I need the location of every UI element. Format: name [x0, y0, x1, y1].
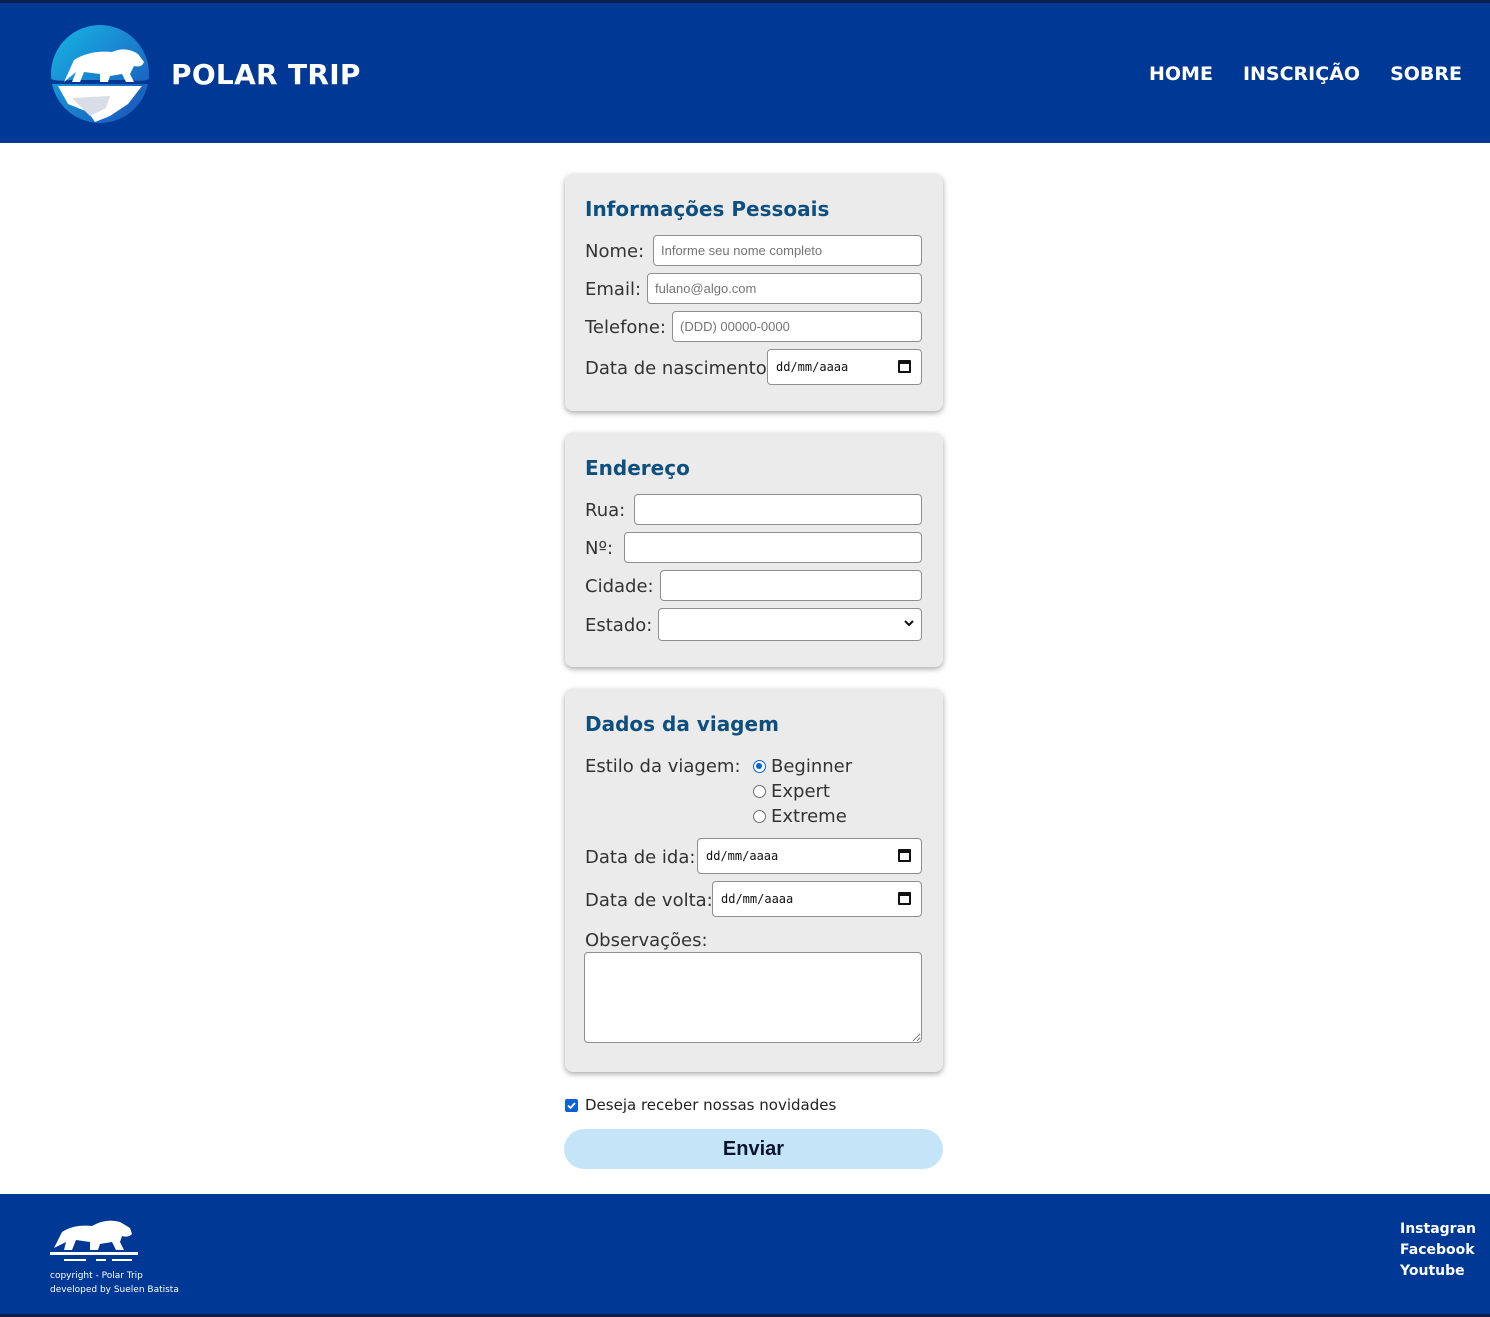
site-footer: copyright - Polar Trip developed by Suel…: [0, 1194, 1490, 1314]
calendar-icon[interactable]: [898, 360, 911, 373]
site-header: POLAR TRIP HOME INSCRIÇÃO SOBRE: [0, 3, 1490, 143]
date-placeholder: dd/mm/aaaa: [706, 849, 779, 863]
radio-button[interactable]: [753, 785, 766, 798]
trip-title: Dados da viagem: [585, 712, 779, 736]
personal-info-card: Informações Pessoais Nome: Email: Telefo…: [565, 174, 943, 411]
nav-inscricao[interactable]: INSCRIÇÃO: [1243, 63, 1360, 85]
nascimento-label: Data de nascimento:: [585, 358, 773, 379]
polar-bear-footer-logo: [50, 1220, 138, 1261]
newsletter-label: Deseja receber nossas novidades: [585, 1096, 837, 1114]
telefone-input[interactable]: [672, 311, 922, 342]
radio-extreme[interactable]: Extreme: [753, 806, 847, 827]
main-nav: HOME INSCRIÇÃO SOBRE: [1149, 63, 1462, 85]
youtube-link[interactable]: Youtube: [1400, 1263, 1476, 1279]
estado-select[interactable]: [658, 608, 922, 641]
nome-label: Nome:: [585, 241, 645, 262]
ida-label: Data de ida:: [585, 847, 696, 868]
instagram-link[interactable]: Instagran: [1400, 1221, 1476, 1237]
calendar-icon[interactable]: [898, 892, 911, 905]
personal-info-title: Informações Pessoais: [585, 197, 830, 221]
radio-expert[interactable]: Expert: [753, 781, 830, 802]
nascimento-date-input[interactable]: dd/mm/aaaa: [767, 349, 922, 385]
date-placeholder: dd/mm/aaaa: [721, 892, 794, 906]
facebook-link[interactable]: Facebook: [1400, 1242, 1476, 1258]
estilo-label: Estilo da viagem:: [585, 756, 741, 777]
ida-date-input[interactable]: dd/mm/aaaa: [697, 838, 922, 874]
radio-beginner[interactable]: Beginner: [753, 756, 852, 777]
radio-label: Extreme: [771, 806, 847, 827]
cidade-label: Cidade:: [585, 576, 654, 597]
radio-label: Expert: [771, 781, 830, 802]
trip-card: Dados da viagem Estilo da viagem: Data d…: [565, 689, 943, 1072]
chevron-down-icon: [904, 620, 914, 627]
footer-credits: copyright - Polar Trip developed by Suel…: [50, 1269, 179, 1297]
social-links: Instagran Facebook Youtube: [1400, 1221, 1476, 1279]
nome-input[interactable]: [653, 235, 922, 266]
estado-label: Estado:: [585, 615, 653, 636]
radio-button[interactable]: [753, 810, 766, 823]
submit-button[interactable]: Enviar: [564, 1129, 943, 1169]
copyright-text: copyright - Polar Trip: [50, 1271, 143, 1281]
date-placeholder: dd/mm/aaaa: [776, 360, 849, 374]
newsletter-checkbox-row[interactable]: Deseja receber nossas novidades: [565, 1096, 836, 1114]
volta-label: Data de volta:: [585, 890, 713, 911]
obs-label: Observações:: [585, 930, 708, 951]
brand-name: POLAR TRIP: [171, 58, 361, 91]
obs-textarea[interactable]: [584, 952, 922, 1043]
address-card: Endereço Rua: Nº: Cidade: Estado:: [565, 433, 943, 667]
address-title: Endereço: [585, 456, 690, 480]
numero-input[interactable]: [624, 532, 922, 563]
radio-button-selected[interactable]: [753, 760, 766, 773]
telefone-label: Telefone:: [585, 317, 666, 338]
email-label: Email:: [585, 279, 642, 300]
cidade-input[interactable]: [660, 570, 922, 601]
nav-home[interactable]: HOME: [1149, 63, 1213, 85]
radio-label: Beginner: [771, 756, 853, 777]
email-input[interactable]: [647, 273, 922, 304]
numero-label: Nº:: [585, 538, 614, 559]
volta-date-input[interactable]: dd/mm/aaaa: [712, 881, 922, 917]
check-icon: [567, 1101, 576, 1109]
polar-bear-logo[interactable]: [50, 24, 150, 124]
developer-text: developed by Suelen Batista: [50, 1285, 179, 1295]
nav-sobre[interactable]: SOBRE: [1390, 63, 1462, 85]
rua-label: Rua:: [585, 500, 626, 521]
newsletter-checkbox[interactable]: [565, 1098, 578, 1112]
rua-input[interactable]: [634, 494, 922, 525]
calendar-icon[interactable]: [898, 849, 911, 862]
